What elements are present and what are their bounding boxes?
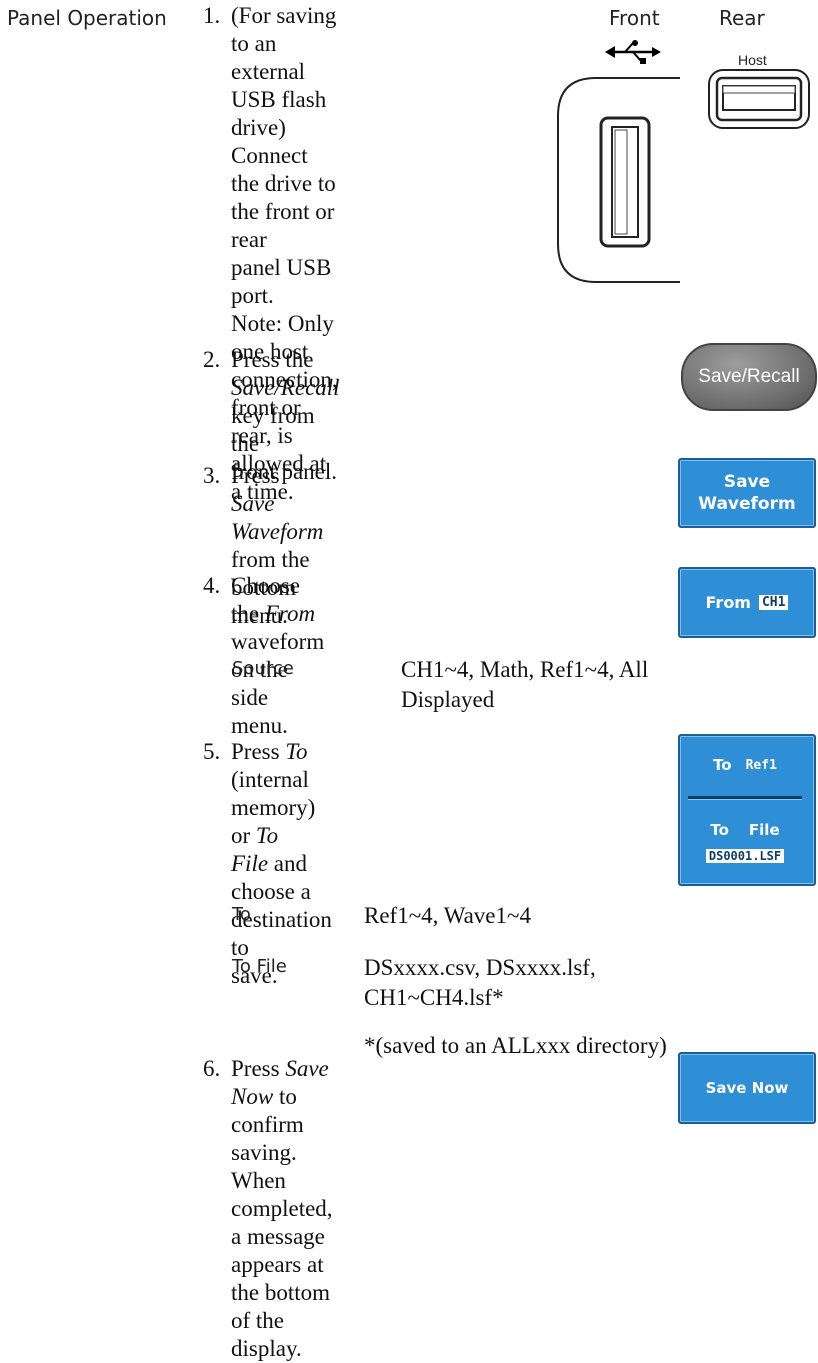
step-emphasis: From <box>264 601 316 626</box>
section-label: Panel Operation <box>7 6 167 30</box>
to-file-label: File <box>748 821 780 839</box>
to-side-menu: To Ref1 To File DS0001.LSF <box>678 734 816 886</box>
rear-usb-port-icon <box>708 69 810 129</box>
step-text-part: Press <box>231 739 286 764</box>
param-note: *(saved to an ALLxxx directory) <box>364 1033 667 1058</box>
step-text-part: Press the <box>231 347 314 372</box>
from-label: From <box>705 593 751 612</box>
step-line: side menu. <box>231 685 288 738</box>
front-label: Front <box>609 6 660 30</box>
param-key: To File <box>232 956 287 977</box>
to-file-value-box: DS0001.LSF <box>688 846 802 866</box>
param-value: DSxxxx.csv, DSxxxx.lsf, <box>364 955 596 980</box>
host-label: Host <box>738 52 767 68</box>
step-text: Choose the From waveform on the side men… <box>231 572 324 740</box>
save-now-label: Save Now <box>705 1079 789 1097</box>
param-key: Source <box>232 658 294 679</box>
step-line: Press the Save/Recall key from the <box>231 346 340 458</box>
step-line: Press Save Now to confirm saving. <box>231 1055 333 1167</box>
save-waveform-label: Waveform <box>698 494 796 514</box>
param-value: Ref1~4, Wave1~4 <box>364 903 531 928</box>
step-text-part: key from the <box>231 403 315 456</box>
front-usb-port-icon <box>557 77 680 283</box>
step-text: Press To (internal memory) or To File an… <box>231 738 332 990</box>
step-number: 4. <box>203 573 221 598</box>
step-emphasis: To <box>285 739 308 764</box>
step-text-part: Press <box>231 1056 286 1081</box>
to-file-value: DS0001.LSF <box>705 849 785 863</box>
param-key: To <box>232 904 251 925</box>
step-line: USB flash drive) Connect <box>231 87 327 168</box>
param-value: Displayed <box>401 687 495 712</box>
step-emphasis: Save Waveform <box>231 491 324 544</box>
save-recall-key[interactable]: Save/Recall <box>681 343 817 411</box>
step-text: Press Save Now to confirm saving. When c… <box>231 1055 333 1363</box>
usb-icon <box>605 40 661 64</box>
step-line: Press To (internal memory) or To <box>231 738 332 850</box>
step-line: panel USB port. <box>231 255 332 308</box>
to-file-button[interactable]: To File <box>680 818 810 842</box>
param-value: CH1~CH4.lsf* <box>364 985 504 1010</box>
save-waveform-label: Save <box>723 472 771 492</box>
to-file-label: To <box>710 821 729 839</box>
step-number: 1. <box>203 3 221 28</box>
step-line: When completed, a message <box>231 1168 333 1249</box>
step-number: 2. <box>203 347 221 372</box>
step-number: 5. <box>203 739 221 764</box>
menu-divider <box>688 796 802 800</box>
step-number: 6. <box>203 1056 221 1081</box>
step-emphasis: Save/Recall <box>231 375 340 400</box>
to-button[interactable]: To Ref1 <box>680 750 810 780</box>
step-number: 3. <box>203 463 221 488</box>
to-label: To <box>713 756 732 774</box>
save-waveform-button[interactable]: Save Waveform <box>678 458 816 528</box>
from-value: CH1 <box>758 595 789 610</box>
save-now-button[interactable]: Save Now <box>678 1052 816 1124</box>
step-line: display. <box>231 1336 302 1361</box>
rear-label: Rear <box>719 6 765 30</box>
step-emphasis: To <box>255 823 279 848</box>
save-recall-key-label: Save/Recall <box>698 366 800 387</box>
from-button[interactable]: From CH1 <box>678 567 816 638</box>
step-text-part: from the <box>231 547 310 572</box>
step-line: appears at the bottom of the <box>231 1252 331 1333</box>
to-value: Ref1 <box>745 757 777 773</box>
param-value: CH1~4, Math, Ref1~4, All <box>401 657 649 682</box>
step-line: (For saving to an external <box>231 3 337 84</box>
step-line: the drive to the front or rear <box>231 171 336 252</box>
step-text-part: Press <box>231 463 280 488</box>
step-line: Press Save Waveform from the <box>231 462 323 574</box>
step-emphasis: File <box>231 851 269 876</box>
